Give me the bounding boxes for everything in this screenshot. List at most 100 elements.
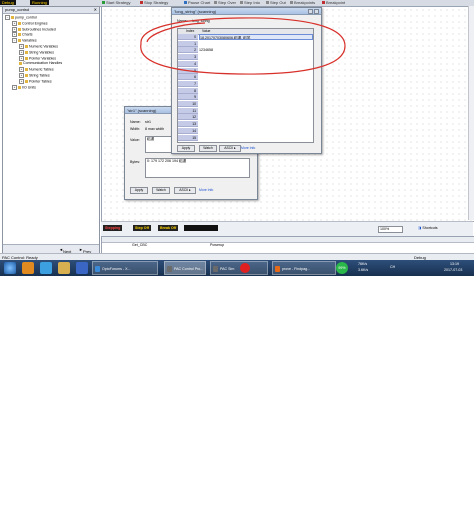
tree-item[interactable]: + Pointer Tables [19,78,52,84]
tree-item[interactable]: + Numeric Variables [19,44,58,49]
expand-icon[interactable]: + [12,26,17,32]
watch-button[interactable]: Watch [199,145,217,152]
step-out-icon [266,1,269,5]
annotation-ellipse [140,17,346,75]
app-icon[interactable] [76,262,88,274]
table-row[interactable]: 8 [178,87,313,94]
expand-icon[interactable]: + [19,55,24,61]
network-percent: 99% [336,262,348,274]
table-row[interactable]: 13 [178,121,313,128]
row-index: 10 [178,101,198,107]
row-index: 7 [178,80,198,87]
row-value[interactable] [199,88,313,94]
table-row[interactable]: 15 [178,134,313,141]
zoom-select[interactable]: 100% [378,226,403,233]
clock-date[interactable]: 2017-07-03 [444,268,462,272]
expand-icon[interactable]: + [19,73,24,78]
breakpoint-button[interactable]: Breakpoint [322,0,345,5]
expand-icon[interactable]: + [19,78,24,84]
table-row[interactable]: 12 [178,114,313,121]
table-row[interactable]: 14 [178,127,313,134]
tree-item-label: Control Engines [22,21,48,26]
expand-icon[interactable]: + [12,32,17,38]
media-player-icon[interactable] [22,262,34,274]
expand-icon[interactable]: + [12,84,17,90]
start-strategy-button[interactable]: Start Strategy [102,0,130,5]
tree-item[interactable]: − pump_control [5,15,37,20]
row-value[interactable] [199,114,313,120]
tree-item[interactable]: − Variables [12,38,37,44]
pause-chart-button[interactable]: Pause Chart [184,0,210,5]
tree-item[interactable]: + String Variables [19,49,54,55]
taskbar-app-button[interactable]: prove - Findpag... [272,261,336,275]
table-row[interactable]: 7 [178,80,313,87]
language-indicator[interactable]: CH [390,265,395,269]
step-out-button[interactable]: Step Out [266,0,286,5]
folder-icon [11,16,14,19]
browser-icon[interactable] [40,262,52,274]
run-status-indicator: Running [30,0,49,5]
table-row[interactable]: 10 [178,101,313,107]
list-item[interactable]: Get_CBC [132,243,147,247]
row-value[interactable] [199,101,313,107]
prev-button[interactable]: ► Prev [79,247,91,254]
watch-button[interactable]: Watch [152,187,170,194]
close-icon[interactable]: ✕ [94,7,97,13]
tree-item[interactable]: + String Tables [19,73,50,78]
folder-icon [18,27,21,31]
vertical-scrollbar[interactable] [468,6,474,220]
row-value[interactable] [199,94,313,100]
step-into-button[interactable]: Step Into [240,0,260,5]
expand-icon[interactable]: + [12,20,17,26]
start-icon[interactable] [4,262,16,274]
step-into-icon [240,1,243,5]
tree-item[interactable]: + I/O Units [12,84,36,90]
clock-time[interactable]: 13:19 [450,262,459,266]
expand-icon[interactable]: + [19,49,24,55]
folder-icon [18,21,21,25]
ascii-dropdown[interactable]: ASCII ▸ [219,145,241,152]
step-over-button[interactable]: Step Over [214,0,236,5]
row-value[interactable] [199,121,313,127]
row-value[interactable] [199,81,313,87]
apply-button[interactable]: Apply [130,187,148,194]
tree-item[interactable]: + Control Engines [12,20,48,26]
more-info-link[interactable]: More Info [241,146,255,150]
stop-strategy-button[interactable]: Stop Strategy [140,0,168,5]
stepping-indicator: Stepping [103,225,123,231]
breakpoints-button[interactable]: Breakpoints [290,0,315,5]
table-row[interactable]: 11 [178,107,313,114]
dialog-title: "str1" (scanning) [127,107,157,113]
row-value[interactable] [199,108,313,114]
panel-titlebar: pump_control ✕ [3,7,99,14]
collapse-icon[interactable]: − [5,15,10,20]
folder-icon [18,33,21,37]
next-button[interactable]: ◄ Next [59,247,71,254]
folder-icon[interactable] [58,262,70,274]
sogou-icon[interactable] [240,263,250,273]
taskbar-app-button[interactable]: PAC Control Pro... [164,261,206,275]
tree-item[interactable]: + Pointer Variables [19,55,56,61]
row-value[interactable] [199,128,313,134]
row-value[interactable] [199,135,313,141]
shortcuts-link[interactable]: ◨ Shortcuts [418,226,438,230]
tree-item[interactable]: Communication Handles [19,61,62,66]
tree-item[interactable]: + Charts [12,32,33,38]
expand-icon[interactable]: + [19,67,24,73]
collapse-icon[interactable]: − [12,38,17,44]
tree-item[interactable]: + Subroutines Included [12,26,56,32]
tree-item[interactable]: + Numeric Tables [19,67,54,73]
list-header [102,237,474,243]
ascii-dropdown[interactable]: ASCII ▸ [174,187,196,194]
folder-icon [25,45,28,48]
more-info-link[interactable]: More Info [199,188,213,192]
start-icon [102,1,105,5]
expand-icon[interactable]: + [19,44,24,49]
taskbar-app-button[interactable]: OptoForums - X... [92,261,158,275]
list-item[interactable]: Powerup [210,243,224,247]
break-off-indicator: Break Off [158,225,179,231]
table-row[interactable]: 9 [178,94,313,101]
taskbar-app-button[interactable]: PAC Sim [210,261,268,275]
apply-button[interactable]: Apply [177,145,195,152]
strategy-tree: − pump_control + Control Engines + Subroutine… [3,14,99,244]
